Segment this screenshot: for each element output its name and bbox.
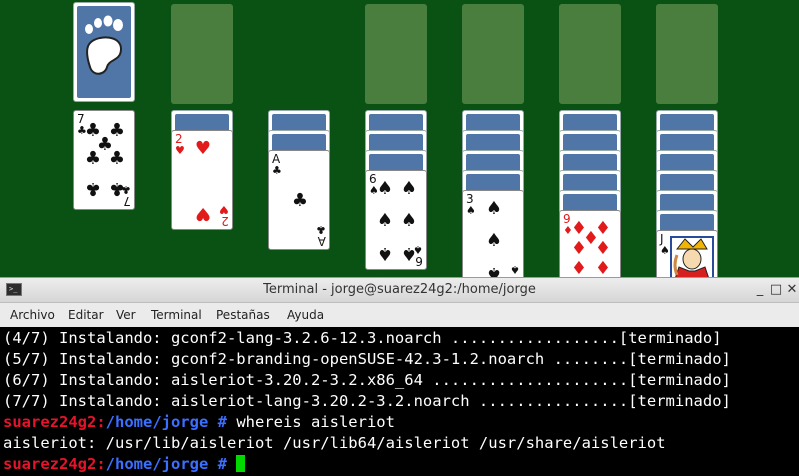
waste-card[interactable]: 7 ♣ 7 ♣ ♣ ♣ ♣ ♣ ♣ ♣ ♣ <box>73 110 135 210</box>
output-line: (7/7) Instalando: aisleriot-lang-3.20.2-… <box>3 392 731 410</box>
card-rank: 2 ♥ <box>175 132 185 157</box>
menu-ayuda[interactable]: Ayuda <box>287 308 324 322</box>
club-pip: ♣ <box>108 148 126 169</box>
close-button[interactable]: ✕ <box>784 282 799 298</box>
foundation-slot[interactable] <box>656 4 718 104</box>
terminal-window: >_ Terminal - jorge@suarez24g2:/home/jor… <box>0 277 799 476</box>
output-line: (5/7) Instalando: gconf2-branding-openSU… <box>3 350 731 368</box>
terminal-menubar: Archivo Editar Ver Terminal Pestañas Ayu… <box>0 303 799 327</box>
spade-pip: ♠ <box>400 243 418 264</box>
club-pip: ♣ <box>291 190 309 211</box>
tableau-card[interactable]: 3♠ 3♠ ♠ ♠ ♠ <box>462 190 524 290</box>
card-rank-bottom: 2 ♥ <box>219 203 229 228</box>
club-pip: ♣ <box>84 178 102 199</box>
diamond-pip: ♦ <box>570 258 588 279</box>
card-rank: 3 ♠ <box>466 192 476 217</box>
gnome-foot-icon <box>85 15 123 75</box>
foundation-slot[interactable] <box>171 4 233 104</box>
output-line: (6/7) Instalando: aisleriot-3.20.2-3.2.x… <box>3 371 731 389</box>
menu-editar[interactable]: Editar <box>68 308 104 322</box>
menu-pestanas[interactable]: Pestañas <box>216 308 270 322</box>
command-text: whereis aisleriot <box>226 413 395 431</box>
card-rank: A ♣ <box>272 152 282 177</box>
spade-pip: ♠ <box>376 243 394 264</box>
active-prompt-line[interactable]: suarez24g2:/home/jorge # <box>3 454 246 475</box>
menu-archivo[interactable]: Archivo <box>10 308 55 322</box>
foundation-slot[interactable] <box>365 4 427 104</box>
output-line: aisleriot: /usr/lib/aisleriot /usr/lib64… <box>3 434 666 452</box>
tableau-card[interactable]: 6 ♠ 6 ♠ ♠ ♠ ♠ ♠ ♠ ♠ <box>365 170 427 270</box>
spade-pip: ♠ <box>400 178 418 199</box>
output-line: (4/7) Instalando: gconf2-lang-3.2.6-12.3… <box>3 329 722 347</box>
jack-portrait-icon <box>669 235 715 279</box>
text-cursor <box>236 455 246 472</box>
club-pip: ♣ <box>84 148 102 169</box>
heart-pip: ♥ <box>194 203 212 224</box>
prompt-host: suarez24g2: <box>3 413 106 431</box>
card-rank-bottom: A ♣ <box>316 223 326 248</box>
maximize-button[interactable]: □ <box>768 282 784 298</box>
command-line: suarez24g2:/home/jorge # whereis aisleri… <box>3 412 395 433</box>
foundation-slot[interactable] <box>559 4 621 104</box>
minimize-button[interactable]: _ <box>752 282 768 298</box>
spade-pip: ♠ <box>400 210 418 231</box>
diamond-pip: ♦ <box>582 228 600 249</box>
prompt-host: suarez24g2: <box>3 455 106 473</box>
diamond-pip: ♦ <box>594 258 612 279</box>
tableau-card[interactable]: A ♣ A ♣ ♣ <box>268 150 330 250</box>
tableau-card[interactable]: 2 ♥ 2 ♥ ♥ ♥ <box>171 130 233 230</box>
foundation-slot[interactable] <box>462 4 524 104</box>
club-pip: ♣ <box>108 178 126 199</box>
menu-ver[interactable]: Ver <box>116 308 136 322</box>
prompt-path: /home/jorge # <box>105 413 227 431</box>
spade-pip: ♠ <box>485 198 503 219</box>
terminal-console[interactable]: (4/7) Instalando: gconf2-lang-3.2.6-12.3… <box>0 327 799 476</box>
window-title: Terminal - jorge@suarez24g2:/home/jorge <box>263 282 536 297</box>
heart-pip: ♥ <box>194 138 212 159</box>
prompt-path: /home/jorge # <box>105 455 227 473</box>
spade-pip: ♠ <box>376 210 394 231</box>
spade-pip: ♠ <box>376 178 394 199</box>
spade-pip: ♠ <box>485 230 503 251</box>
terminal-titlebar[interactable]: >_ Terminal - jorge@suarez24g2:/home/jor… <box>0 278 799 303</box>
stock-pile[interactable] <box>73 2 135 102</box>
menu-terminal[interactable]: Terminal <box>151 308 202 322</box>
